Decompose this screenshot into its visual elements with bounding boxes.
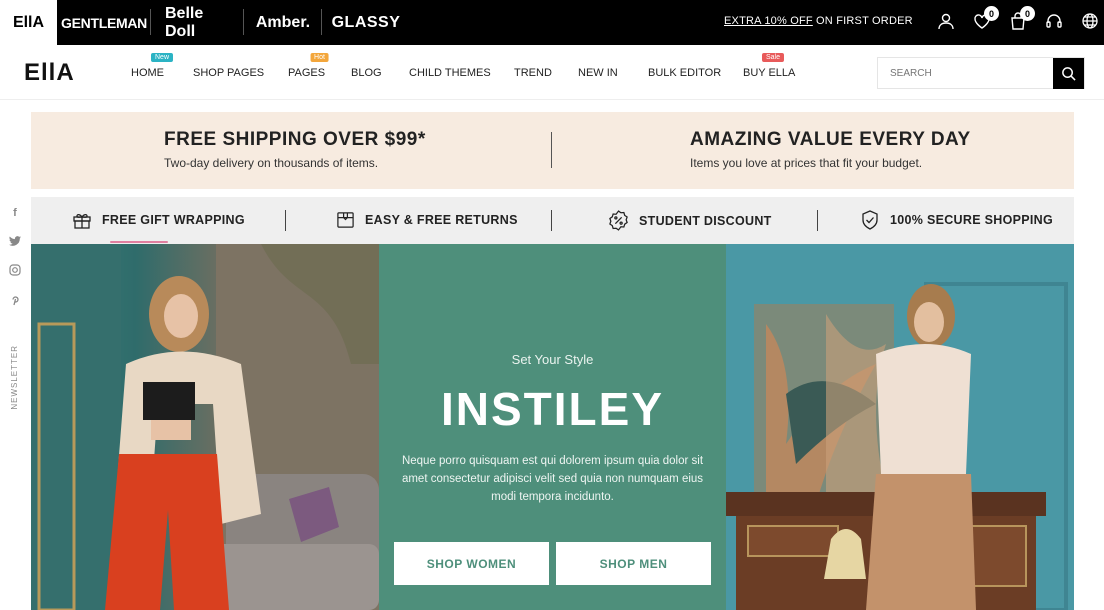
feature-label: FREE GIFT WRAPPING (102, 213, 245, 227)
hero-content: Set Your Style INSTILEY Neque porro quis… (379, 244, 726, 610)
feature-gift-wrapping: FREE GIFT WRAPPING (72, 210, 245, 243)
brand-label: EllA (12, 13, 45, 31)
percent-badge-icon (609, 210, 628, 231)
headset-icon[interactable] (1043, 10, 1065, 32)
search-input[interactable] (878, 58, 1053, 88)
nav-item-label: TREND (514, 67, 552, 79)
twitter-icon[interactable] (9, 236, 21, 247)
brand-tab-belle-doll[interactable]: Belle Doll (151, 0, 244, 45)
nav-item-shop-pages[interactable]: SHOP PAGES (193, 67, 288, 79)
globe-icon[interactable] (1079, 10, 1101, 32)
nav-item-label: HOME (131, 67, 164, 79)
nav-item-pages[interactable]: Hot PAGES (288, 53, 351, 79)
nav-item-label: BULK EDITOR (648, 67, 722, 79)
shop-men-button[interactable]: SHOP MEN (556, 542, 711, 585)
gift-icon (73, 213, 91, 229)
feature-secure-shopping: 100% SECURE SHOPPING (860, 210, 1053, 230)
hero-subtitle: Set Your Style (511, 352, 594, 367)
search-button[interactable] (1053, 58, 1084, 89)
facebook-icon[interactable]: f (13, 207, 17, 219)
shield-icon (862, 210, 878, 230)
free-shipping-subtitle: Two-day delivery on thousands of items. (164, 156, 379, 170)
sale-tag: Sale (761, 53, 785, 62)
pinterest-icon[interactable] (9, 293, 21, 306)
shipping-banner: FREE SHIPPING OVER $99* Two-day delivery… (31, 112, 1074, 189)
nav-menu: New HOME SHOP PAGES Hot PAGES BLOG CHILD T… (131, 53, 803, 79)
user-icon[interactable] (935, 10, 957, 32)
nav-item-label: CHILD THEMES (409, 67, 491, 79)
social-sidebar: f (7, 207, 23, 306)
nav-item-buy-ella[interactable]: Sale BUY ELLA (743, 53, 803, 79)
nav-item-label: BUY ELLA (743, 67, 796, 79)
new-tag: New (150, 53, 174, 62)
divider (551, 132, 552, 168)
nav-item-label: PAGES (288, 67, 326, 79)
nav-item-label: SHOP PAGES (193, 67, 265, 79)
nav-item-home[interactable]: New HOME (131, 53, 193, 79)
brand-tab-gentleman[interactable]: GENTLEMAN (57, 0, 151, 45)
brand-bar: EllA GENTLEMAN Belle Doll Amber. GLASSY … (0, 0, 1104, 45)
nav-item-label: BLOG (351, 67, 382, 79)
promo-link[interactable]: EXTRA 10% OFF (724, 15, 813, 27)
value-subtitle: Items you love at prices that fit your b… (690, 156, 923, 170)
features-bar: FREE GIFT WRAPPING EASY & FREE RETURNS S… (31, 197, 1074, 244)
value-block: AMAZING VALUE EVERY DAY Items you love a… (690, 129, 971, 170)
brand-label: Belle Doll (165, 4, 204, 40)
nav-item-blog[interactable]: BLOG (351, 67, 409, 79)
brand-label: GENTLEMAN (61, 14, 147, 31)
box-icon (337, 212, 354, 228)
free-shipping-title: FREE SHIPPING OVER $99* (164, 129, 426, 150)
nav-item-label: NEW IN (578, 67, 618, 79)
brand-tab-glassy[interactable]: GLASSY (322, 0, 410, 45)
brand-tab-ella[interactable]: EllA (0, 0, 57, 45)
brand-label: GLASSY (331, 13, 401, 31)
hero-image-women[interactable] (31, 244, 379, 610)
divider (817, 210, 818, 231)
value-title: AMAZING VALUE EVERY DAY (690, 129, 971, 150)
cart-count-badge: 0 (1020, 6, 1035, 21)
divider (285, 210, 286, 231)
feature-label: 100% SECURE SHOPPING (890, 213, 1053, 227)
hero-banner: Set Your Style INSTILEY Neque porro quis… (31, 244, 1074, 610)
pink-underline (110, 241, 168, 243)
nav-item-child-themes[interactable]: CHILD THEMES (409, 67, 514, 79)
search-bar (877, 57, 1085, 89)
nav-item-bulk-editor[interactable]: BULK EDITOR (648, 67, 743, 79)
divider (551, 210, 552, 231)
wishlist-count-badge: 0 (984, 6, 999, 21)
site-logo[interactable]: EllA (24, 59, 75, 87)
nav-item-new-in[interactable]: NEW IN (578, 67, 648, 79)
free-shipping-block: FREE SHIPPING OVER $99* Two-day delivery… (164, 129, 426, 170)
shop-women-button[interactable]: SHOP WOMEN (394, 542, 549, 585)
feature-free-returns: EASY & FREE RETURNS (336, 210, 518, 229)
instagram-icon[interactable] (9, 264, 21, 276)
feature-label: STUDENT DISCOUNT (639, 213, 772, 228)
newsletter-tab[interactable]: NEWSLETTER (10, 345, 19, 410)
feature-student-discount: STUDENT DISCOUNT (608, 210, 772, 231)
brand-tab-amber[interactable]: Amber. (244, 0, 322, 45)
hero-title: INSTILEY (440, 383, 665, 435)
hot-tag: Hot (310, 53, 329, 62)
feature-label: EASY & FREE RETURNS (365, 212, 518, 227)
brand-label: Amber. (255, 13, 311, 31)
main-navigation: EllA New HOME SHOP PAGES Hot PAGES BLOG CH… (0, 45, 1104, 100)
cart-button[interactable]: 0 (1007, 6, 1035, 32)
nav-item-trend[interactable]: TREND (514, 67, 578, 79)
hero-description: Neque porro quisquam est qui dolorem ips… (401, 455, 704, 503)
hero-image-men[interactable] (726, 244, 1074, 610)
search-icon (1062, 67, 1076, 81)
promo-rest: ON FIRST ORDER (812, 15, 913, 27)
wishlist-button[interactable]: 0 (971, 6, 999, 32)
promo-text[interactable]: EXTRA 10% OFF ON FIRST ORDER (724, 15, 913, 27)
